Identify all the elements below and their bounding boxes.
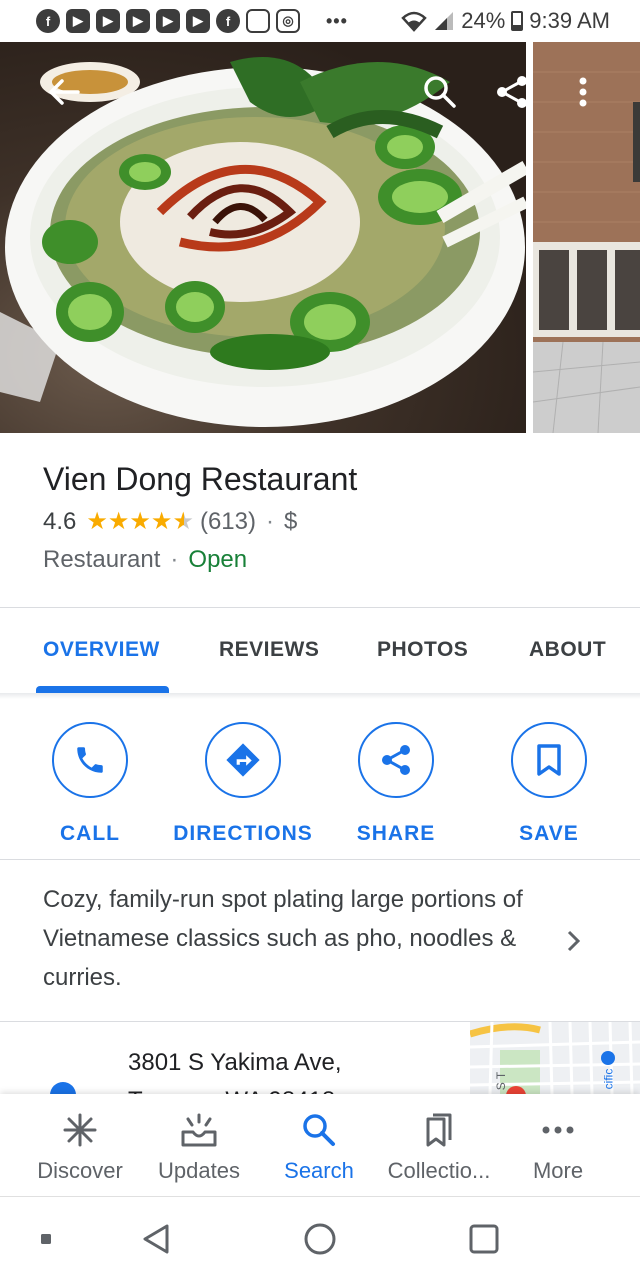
more-vert-icon xyxy=(579,77,587,107)
place-name: Vien Dong Restaurant xyxy=(43,461,358,497)
arrow-back-icon xyxy=(49,79,80,105)
battery-percent: 24% xyxy=(461,8,506,33)
phone-icon xyxy=(77,747,103,773)
search-icon xyxy=(303,1114,335,1146)
share-place-button[interactable] xyxy=(492,72,532,112)
overflow-indicator: ••• xyxy=(326,10,348,31)
system-navigation xyxy=(0,1196,640,1280)
save-label: SAVE xyxy=(519,822,579,845)
price-level: $ xyxy=(283,508,298,535)
youtube-icon: ▶ xyxy=(186,9,210,33)
star-icon: ★ xyxy=(86,508,108,535)
tab-about[interactable]: ABOUT xyxy=(529,638,606,662)
tab-reviews[interactable]: REVIEWS xyxy=(219,638,319,662)
review-count: (613) xyxy=(199,508,256,535)
half-star-icon: ★ xyxy=(172,508,194,535)
youtube-icon: ▶ xyxy=(126,9,150,33)
nav-search-label: Search xyxy=(284,1158,354,1183)
instagram-icon: ◎ xyxy=(276,9,300,33)
nav-more-label: More xyxy=(532,1158,584,1183)
youtube-icon: ▶ xyxy=(96,9,120,33)
tabs-shadow xyxy=(0,693,640,699)
back-button[interactable] xyxy=(44,72,84,112)
tab-photos[interactable]: PHOTOS xyxy=(377,638,468,662)
star-icon: ★ xyxy=(107,508,130,535)
nav-collections[interactable]: Collectio... xyxy=(375,1112,503,1184)
star-icon: ★ xyxy=(150,508,173,535)
menu-button[interactable] xyxy=(26,1221,66,1257)
updates-icon xyxy=(181,1113,217,1147)
save-button[interactable]: SAVE xyxy=(469,722,629,846)
directions-label: DIRECTIONS xyxy=(173,822,313,845)
nav-updates-label: Updates xyxy=(158,1158,240,1183)
rating-row[interactable]: 4.6 ★ ★ ★ ★ ★ (613) · $ xyxy=(43,508,597,536)
triangle-back-icon xyxy=(143,1224,169,1254)
asterisk-icon xyxy=(63,1113,97,1147)
call-button[interactable]: CALL xyxy=(10,722,170,846)
quick-actions: CALL DIRECTIONS SHARE SAVE xyxy=(0,712,640,860)
circle-home-icon xyxy=(304,1223,336,1255)
small-square-icon xyxy=(41,1234,51,1244)
map-street-label: S T xyxy=(494,1071,509,1091)
home-button[interactable] xyxy=(300,1221,340,1257)
facebook-icon: f xyxy=(216,9,240,33)
search-icon xyxy=(424,76,456,108)
share-icon xyxy=(382,745,410,775)
more-options-button[interactable] xyxy=(563,72,603,112)
share-label: SHARE xyxy=(356,822,436,845)
nav-more[interactable]: More xyxy=(494,1112,622,1184)
photo-carousel[interactable] xyxy=(0,42,640,433)
place-header: Vien Dong Restaurant 4.6 ★ ★ ★ ★ ★ (613)… xyxy=(0,433,640,607)
separator: · xyxy=(170,546,179,573)
directions-icon xyxy=(226,743,260,777)
nav-search[interactable]: Search xyxy=(255,1112,383,1184)
active-tab-indicator xyxy=(36,686,169,693)
directions-button[interactable]: DIRECTIONS xyxy=(163,722,323,846)
status-bar: f ▶ ▶ ▶ ▶ ▶ f ◎ ••• 24% 9:39 AM xyxy=(0,0,640,42)
facebook-icon: f xyxy=(36,9,60,33)
battery-icon xyxy=(511,11,524,31)
square-recents-icon xyxy=(469,1224,499,1254)
wifi-icon xyxy=(401,11,428,32)
divider xyxy=(0,859,640,860)
nav-updates[interactable]: Updates xyxy=(135,1112,263,1184)
mini-map[interactable]: S T cific xyxy=(470,1022,640,1094)
bottom-navigation: Discover Updates Search Collectio... Mor… xyxy=(0,1094,640,1196)
search-button[interactable] xyxy=(420,72,460,112)
rating-value: 4.6 xyxy=(43,508,77,535)
clock: 9:39 AM xyxy=(529,8,610,33)
youtube-icon: ▶ xyxy=(156,9,180,33)
map-label: cific xyxy=(601,1068,616,1090)
notification-icons: f ▶ ▶ ▶ ▶ ▶ f ◎ xyxy=(36,9,300,33)
call-label: CALL xyxy=(60,822,120,845)
cast-icon xyxy=(246,9,270,33)
signal-icon xyxy=(435,12,454,30)
rating-stars: ★ ★ ★ ★ ★ xyxy=(86,510,194,534)
nav-discover[interactable]: Discover xyxy=(16,1112,144,1184)
share-button[interactable]: SHARE xyxy=(316,722,476,846)
recents-button[interactable] xyxy=(464,1221,504,1257)
place-category: Restaurant xyxy=(43,546,161,573)
more-horiz-icon xyxy=(542,1126,574,1134)
nav-discover-label: Discover xyxy=(37,1158,123,1183)
open-status: Open xyxy=(188,546,248,573)
system-back-button[interactable] xyxy=(136,1221,176,1257)
collections-icon xyxy=(426,1113,452,1147)
separator: · xyxy=(265,508,274,535)
place-description[interactable]: Cozy, family-run spot plating large port… xyxy=(43,880,553,997)
address-line1: 3801 S Yakima Ave, xyxy=(128,1049,342,1076)
tab-overview[interactable]: OVERVIEW xyxy=(43,638,160,662)
bookmark-icon xyxy=(537,744,561,776)
star-icon: ★ xyxy=(129,508,151,535)
youtube-icon: ▶ xyxy=(66,9,90,33)
place-tabs: OVERVIEW REVIEWS PHOTOS ABOUT xyxy=(0,608,640,694)
share-icon xyxy=(497,76,527,108)
nav-collections-label: Collectio... xyxy=(387,1158,491,1183)
chevron-right-icon[interactable] xyxy=(563,928,585,954)
